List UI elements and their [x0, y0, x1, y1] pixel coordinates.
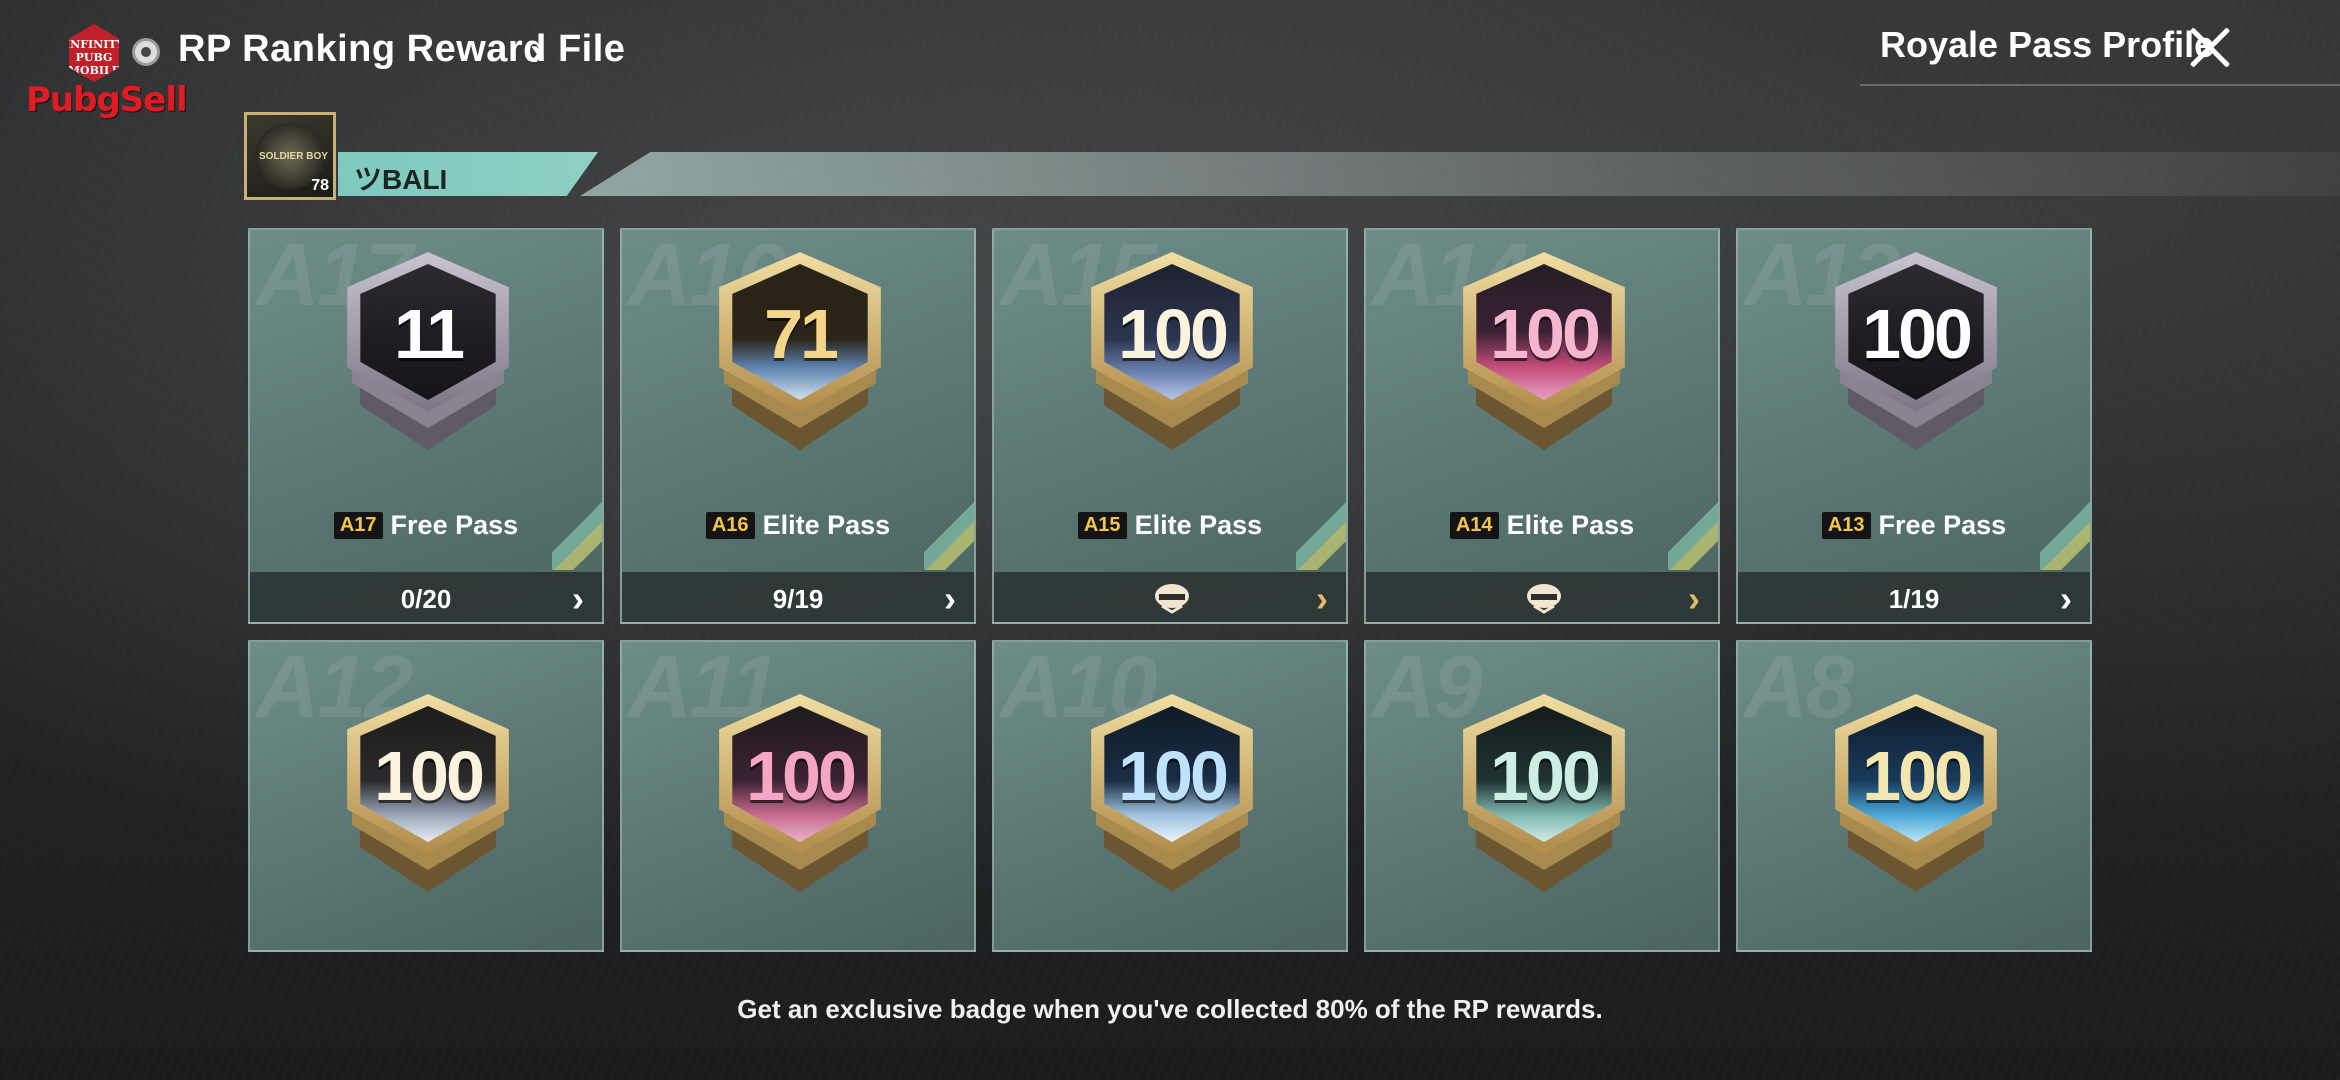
header-divider: [1860, 84, 2340, 86]
badge-value: 100: [374, 737, 485, 815]
rp-rank-badge: 100: [714, 694, 886, 894]
badge-value: 100: [1118, 737, 1229, 815]
pass-type: Elite Pass: [762, 510, 891, 540]
rp-rank-badge: 100: [1830, 694, 2002, 894]
season-card-a9[interactable]: A9 100: [1364, 640, 1720, 952]
helmet-icon: [1527, 584, 1561, 614]
card-footer[interactable]: ›: [994, 572, 1346, 622]
rp-rank-badge: 100: [342, 694, 514, 894]
avatar-tag: SOLDIER BOY: [259, 151, 328, 162]
rp-rank-badge: 100: [1086, 694, 1258, 894]
badge-value: 100: [1118, 295, 1229, 373]
pass-type: Free Pass: [1878, 510, 2007, 540]
chevron-right-icon[interactable]: ›: [1316, 578, 1328, 620]
player-name: ツBALI: [354, 164, 448, 195]
season-card-a13[interactable]: A13 100 A13 Free Pass 1/19 ›: [1736, 228, 2092, 624]
badge-value: 11: [394, 295, 465, 373]
rp-rank-badge: 100: [1458, 694, 1630, 894]
logo-text: INFINITY PUBG MOBILE: [65, 38, 125, 77]
royale-pass-profile-link[interactable]: Royale Pass Profile: [1880, 24, 2214, 66]
brand-watermark: PubgSell: [26, 80, 188, 120]
season-card-a17[interactable]: A17 11 A17 Free Pass 0/20 ›: [248, 228, 604, 624]
player-level: 78: [311, 177, 329, 194]
helmet-icon: [1155, 584, 1189, 614]
badge-value: 100: [746, 737, 857, 815]
season-card-a12[interactable]: A12 100: [248, 640, 604, 952]
chevron-right-icon[interactable]: ›: [572, 578, 584, 620]
pass-type: Elite Pass: [1134, 510, 1263, 540]
badge-value: 100: [1490, 737, 1601, 815]
card-footer[interactable]: 9/19 ›: [622, 572, 974, 622]
close-icon[interactable]: [2180, 18, 2240, 78]
rp-rank-badge: 100: [1830, 252, 2002, 452]
pass-label: A15 Elite Pass: [994, 510, 1346, 541]
badge-value: 100: [1490, 295, 1601, 373]
medal-icon: [132, 38, 160, 66]
pass-label: A13 Free Pass: [1738, 510, 2090, 541]
season-chip: A16: [705, 512, 755, 539]
exclusive-badge-note: Get an exclusive badge when you've colle…: [737, 994, 1603, 1024]
badge-value: 100: [1862, 295, 1973, 373]
rp-rank-badge: 71: [714, 252, 886, 452]
pass-label: A14 Elite Pass: [1366, 510, 1718, 541]
page-title[interactable]: RP Ranking Reward File: [178, 28, 625, 71]
pass-label: A16 Elite Pass: [622, 510, 974, 541]
infinity-emblem: INFINITY PUBG MOBILE: [65, 24, 125, 82]
player-avatar[interactable]: SOLDIER BOY 78: [244, 112, 336, 200]
card-footer[interactable]: 0/20 ›: [250, 572, 602, 622]
chevron-right-icon[interactable]: ›: [2060, 578, 2072, 620]
card-footer[interactable]: 1/19 ›: [1738, 572, 2090, 622]
chevron-right-icon[interactable]: ›: [1688, 578, 1700, 620]
pubgsell-logo: INFINITY PUBG MOBILE PubgSell: [20, 20, 188, 120]
rp-rank-badge: 11: [342, 252, 514, 452]
reward-progress: 9/19: [772, 584, 824, 614]
player-name-bar: ツBALI: [338, 152, 598, 196]
season-card-a14[interactable]: A14 100 A14 Elite Pass ›: [1364, 228, 1720, 624]
chevron-right-icon[interactable]: ›: [944, 578, 956, 620]
pass-type: Elite Pass: [1506, 510, 1635, 540]
season-chip: A14: [1449, 512, 1499, 539]
season-chip: A13: [1821, 512, 1871, 539]
season-chip: A15: [1077, 512, 1127, 539]
season-card-a10[interactable]: A10 100: [992, 640, 1348, 952]
reward-progress: 0/20: [400, 584, 452, 614]
season-card-a16[interactable]: A16 71 A16 Elite Pass 9/19 ›: [620, 228, 976, 624]
chevron-right-icon[interactable]: ›: [530, 30, 543, 75]
badge-value: 71: [764, 295, 839, 373]
season-card-a11[interactable]: A11 100: [620, 640, 976, 952]
season-chip: A17: [333, 512, 383, 539]
season-card-a8[interactable]: A8 100: [1736, 640, 2092, 952]
pass-type: Free Pass: [390, 510, 519, 540]
card-footer[interactable]: ›: [1366, 572, 1718, 622]
rp-rank-badge: 100: [1086, 252, 1258, 452]
name-bar-decoration: [580, 152, 2340, 196]
season-card-a15[interactable]: A15 100 A15 Elite Pass ›: [992, 228, 1348, 624]
badge-value: 100: [1862, 737, 1973, 815]
rp-rank-badge: 100: [1458, 252, 1630, 452]
reward-progress: 1/19: [1888, 584, 1940, 614]
pass-label: A17 Free Pass: [250, 510, 602, 541]
